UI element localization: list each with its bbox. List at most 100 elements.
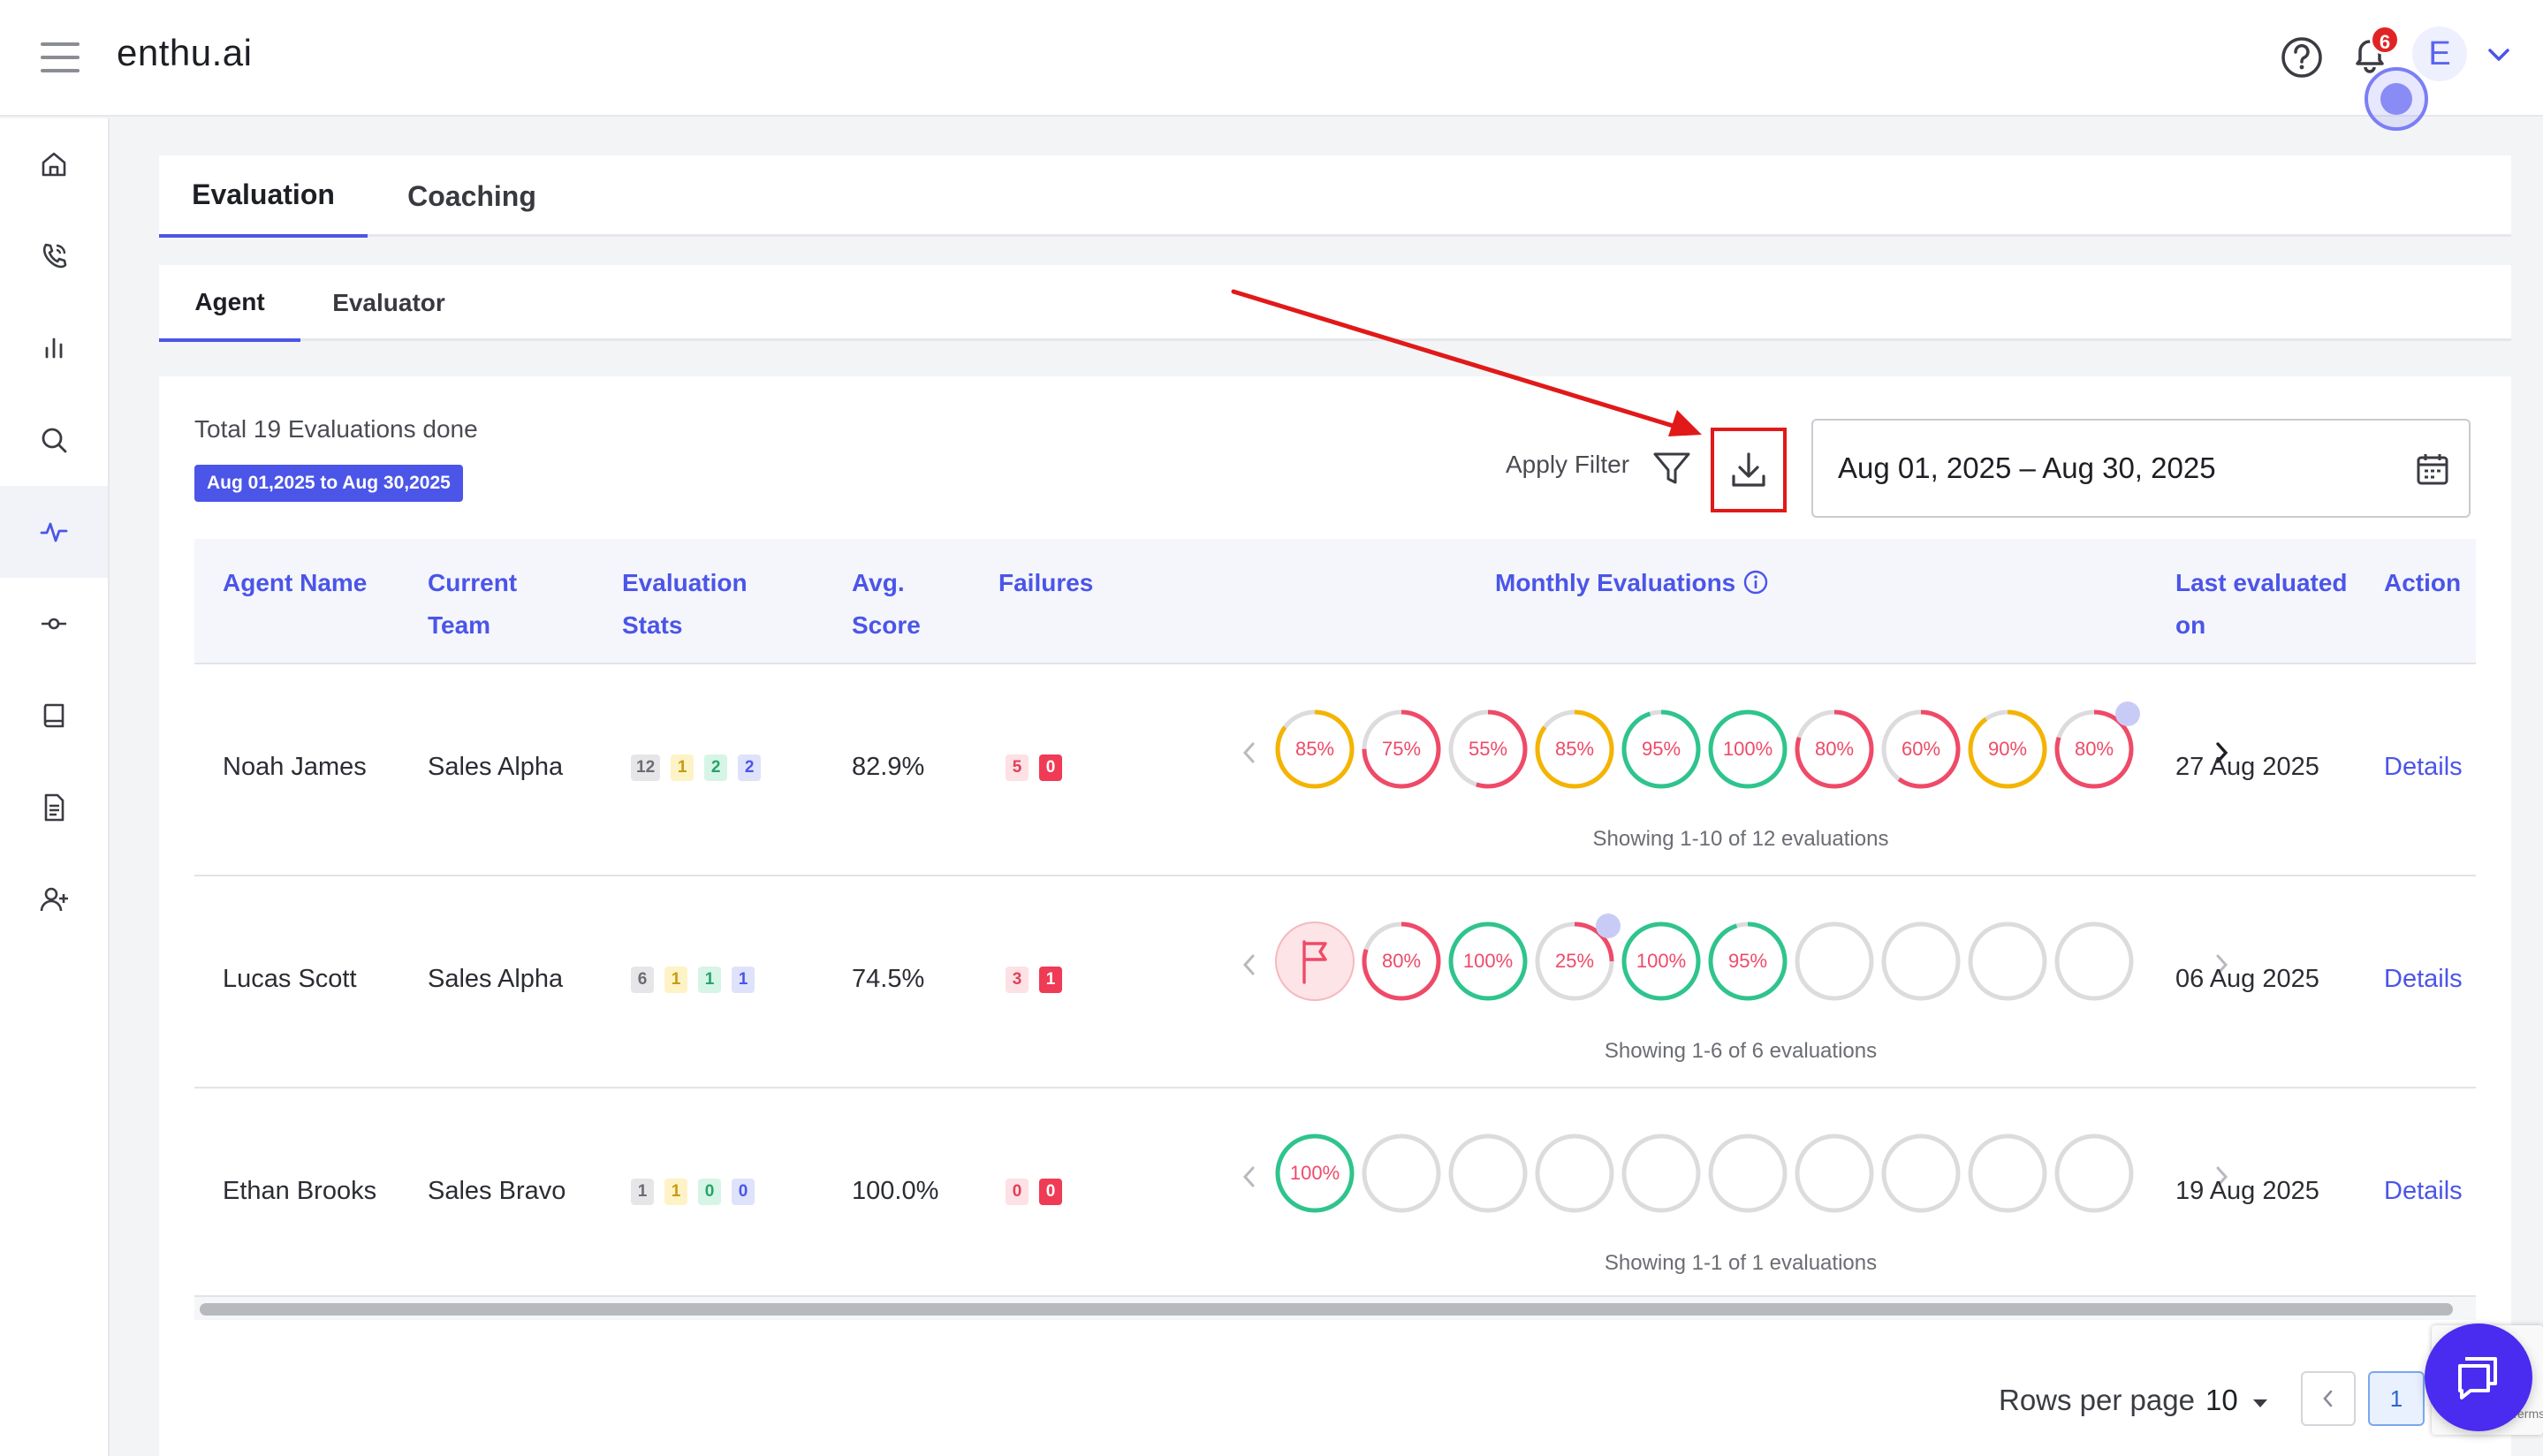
rows-per-page-label: Rows per page (1999, 1384, 2195, 1416)
evaluation-score-ring[interactable]: 95% (1621, 709, 1702, 790)
search-icon (42, 428, 67, 453)
empty-evaluation-slot (1794, 1133, 1875, 1214)
failures-badges: 5 0 (1006, 755, 1062, 781)
avg-score: 74.5% (852, 965, 925, 993)
evaluation-score-label: 95% (1641, 738, 1681, 760)
previous-page-button[interactable] (2301, 1371, 2356, 1426)
evaluation-score-ring[interactable]: 85% (1274, 709, 1355, 790)
failure-count-badge: 5 (1006, 755, 1029, 781)
evaluation-score-ring[interactable]: 95% (1707, 921, 1788, 1002)
tab-evaluation[interactable]: Evaluation (159, 155, 368, 238)
document-icon (44, 793, 65, 822)
sidebar-item-library[interactable] (0, 670, 108, 762)
evaluation-score-ring[interactable]: 80% (1361, 921, 1442, 1002)
sidebar-item-evaluation[interactable] (0, 486, 108, 578)
chevron-left-icon[interactable] (1237, 1161, 1262, 1193)
tab-agent[interactable]: Agent (159, 265, 300, 342)
sidebar-item-search[interactable] (0, 394, 108, 486)
evaluations-count-text: Showing 1-6 of 6 evaluations (1604, 1039, 1878, 1063)
header-failures[interactable]: Failures (998, 562, 1122, 604)
tab-evaluator[interactable]: Evaluator (300, 265, 477, 341)
horizontal-scrollbar[interactable] (194, 1295, 2476, 1320)
phone-icon (42, 243, 67, 269)
sidebar-item-home[interactable] (0, 118, 108, 210)
chevron-left-icon (2323, 1390, 2333, 1407)
rows-per-page-select[interactable]: 10 (2205, 1384, 2238, 1417)
header-avg-score[interactable]: Avg. Score (852, 562, 931, 647)
evaluation-score-ring[interactable]: 80% (1794, 709, 1875, 790)
critical-failure-badge: 0 (1039, 755, 1062, 781)
evaluation-score-ring[interactable]: 55% (1447, 709, 1529, 790)
acknowledged-check-icon (2115, 701, 2140, 726)
failures-badges: 3 1 (1006, 967, 1062, 993)
evaluation-score-ring[interactable]: 100% (1621, 921, 1702, 1002)
empty-evaluation-slot (1880, 1133, 1962, 1214)
tab-coaching[interactable]: Coaching (368, 155, 576, 237)
menu-icon[interactable] (41, 42, 80, 72)
empty-evaluation-slot (1361, 1133, 1442, 1214)
evaluation-score-ring[interactable]: 80% (2053, 701, 2140, 790)
chevron-left-icon[interactable] (1237, 737, 1262, 769)
header-evaluation-stats[interactable]: Evaluation Stats (622, 562, 763, 647)
date-range-input[interactable]: Aug 01, 2025 – Aug 30, 2025 (1811, 419, 2471, 518)
user-avatar[interactable]: E (2412, 27, 2467, 81)
scrollbar-thumb[interactable] (200, 1303, 2453, 1316)
monthly-evaluations: 80% 100% 25% 100% 95% (1237, 914, 2244, 1009)
apply-filter-label[interactable]: Apply Filter (1506, 451, 1629, 479)
evaluation-score-ring[interactable]: 100% (1274, 1133, 1355, 1214)
header-action[interactable]: Action (2384, 562, 2481, 604)
help-icon[interactable] (2280, 35, 2324, 80)
header-current-team[interactable]: Current Team (428, 562, 534, 647)
evaluation-stats: 6 1 1 1 (631, 967, 755, 993)
download-button[interactable] (1711, 428, 1787, 512)
evaluation-score-ring[interactable]: 90% (1967, 709, 2048, 790)
caret-down-icon[interactable] (2250, 1392, 2271, 1414)
calendar-icon[interactable] (2414, 451, 2451, 488)
evaluation-score-ring[interactable]: 75% (1361, 709, 1442, 790)
evaluation-stats: 1 1 0 0 (631, 1179, 755, 1205)
chat-button[interactable] (2425, 1323, 2532, 1431)
agent-name: Ethan Brooks (223, 1177, 377, 1205)
last-evaluated-date: 19 Aug 2025 (2175, 1177, 2319, 1205)
stat-good-badge: 2 (704, 755, 728, 781)
sidebar-item-workflow[interactable] (0, 578, 108, 670)
table-row: Lucas Scott Sales Alpha 6 1 1 1 74.5% 3 … (194, 876, 2476, 1088)
header-last-evaluated-on[interactable]: Last evaluated on (2175, 562, 2352, 647)
failure-count-badge: 3 (1006, 967, 1029, 993)
stat-good-badge: 0 (698, 1179, 721, 1205)
evaluations-count-text: Showing 1-10 of 12 evaluations (1592, 827, 1889, 851)
evaluation-score-ring[interactable]: 25% (1534, 914, 1621, 1002)
evaluation-score-ring[interactable]: 85% (1534, 709, 1615, 790)
evaluation-score-ring[interactable]: 100% (1707, 709, 1788, 790)
stat-average-badge: 1 (664, 1179, 687, 1205)
evaluation-score-label: 60% (1901, 738, 1941, 760)
details-link[interactable]: Details (2384, 753, 2463, 782)
info-icon[interactable] (1742, 569, 1769, 595)
sidebar-item-add-user[interactable] (0, 853, 108, 945)
stat-acknowledged-badge: 0 (732, 1179, 755, 1205)
total-evaluations-text: Total 19 Evaluations done (194, 415, 478, 443)
page-number-button[interactable]: 1 (2368, 1371, 2425, 1426)
stat-average-badge: 1 (671, 755, 695, 781)
header-agent-name[interactable]: Agent Name (223, 562, 399, 604)
header-monthly-evaluations[interactable]: Monthly Evaluations (1495, 562, 1795, 604)
failure-count-badge: 0 (1006, 1179, 1029, 1205)
flagged-evaluation[interactable] (1274, 921, 1355, 1002)
sidebar-item-calls[interactable] (0, 210, 108, 302)
empty-evaluation-slot (2053, 921, 2135, 1002)
details-link[interactable]: Details (2384, 1177, 2463, 1206)
filter-icon[interactable] (1651, 447, 1693, 489)
details-link[interactable]: Details (2384, 965, 2463, 994)
evaluation-score-label: 100% (1636, 950, 1687, 972)
evaluation-score-ring[interactable]: 60% (1880, 709, 1962, 790)
sidebar-item-reports[interactable] (0, 762, 108, 853)
table-header: Agent Name Current Team Evaluation Stats… (194, 539, 2476, 664)
avg-score: 100.0% (852, 1177, 939, 1205)
sidebar-item-analytics[interactable] (0, 302, 108, 394)
last-evaluated-date: 06 Aug 2025 (2175, 965, 2319, 993)
chevron-down-icon[interactable] (2485, 41, 2513, 69)
chevron-left-icon[interactable] (1237, 949, 1262, 981)
download-icon (1732, 452, 1765, 487)
evaluation-score-ring[interactable]: 100% (1447, 921, 1529, 1002)
critical-failure-badge: 0 (1039, 1179, 1062, 1205)
